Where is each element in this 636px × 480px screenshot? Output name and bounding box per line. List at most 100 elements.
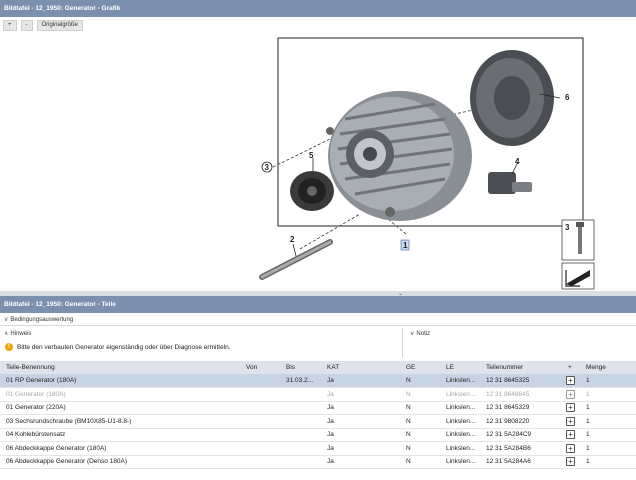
table-header-row: Teile-Benennung Von Bis KAT GE LE Teilen… — [0, 361, 636, 374]
col-header-quantity[interactable]: Menge — [580, 361, 636, 374]
callout-5[interactable]: 5 — [309, 151, 314, 160]
col-header-add: + — [562, 361, 580, 374]
valid-from-cell — [240, 374, 280, 388]
valid-to-cell: 31.03.2... — [280, 374, 321, 388]
original-size-button[interactable]: Originalgröße — [36, 20, 83, 31]
parts-table: Teile-Benennung Von Bis KAT GE LE Teilen… — [0, 361, 636, 469]
conditions-toggle[interactable]: ∨ Bedingungsauswertung — [4, 316, 73, 323]
part-number-cell: 12 31 5A284A6 — [480, 455, 562, 469]
part-name-cell: 04 Kohlebürstensatz — [0, 428, 240, 442]
add-cell: + — [562, 387, 580, 402]
kat-cell: Ja — [321, 441, 400, 456]
add-cell: + — [562, 374, 580, 388]
le-cell: Linkslen... — [440, 414, 480, 429]
valid-from-cell — [240, 387, 280, 402]
part-name-cell: 01 RP Generator (180A) — [0, 374, 240, 388]
part-name-cell: 06 Abdeckkappe Generator (180A) — [0, 441, 240, 456]
kat-cell: Ja — [321, 455, 400, 469]
table-row[interactable]: 01 Generator (180A) Ja N Linkslen... 12 31 8… — [0, 387, 636, 402]
valid-to-cell — [280, 455, 321, 469]
valid-to-cell — [280, 414, 321, 429]
le-cell: Linkslen... — [440, 374, 480, 388]
add-to-cart-icon[interactable]: + — [566, 416, 575, 426]
callout-1[interactable]: 1 — [403, 241, 408, 250]
hint-text: Bitte den verbauten Generator eigenständ… — [17, 343, 231, 351]
notes-toggle[interactable]: ∨ Notiz — [410, 330, 430, 337]
ge-cell: N — [400, 387, 440, 402]
quantity-cell: 1 — [580, 387, 636, 402]
table-row[interactable]: 06 Abdeckkappe Generator (180A) Ja N Linksl… — [0, 441, 636, 456]
col-header-kat[interactable]: KAT — [321, 361, 400, 374]
hints-label: Hinweis — [10, 331, 32, 337]
valid-to-cell — [280, 401, 321, 415]
part-name-cell: 01 Generator (220A) — [0, 401, 240, 415]
ge-cell: N — [400, 374, 440, 388]
quantity-cell: 1 — [580, 414, 636, 429]
valid-to-cell — [280, 441, 321, 456]
callout-2[interactable]: 2 — [290, 235, 295, 244]
ge-cell: N — [400, 455, 440, 469]
add-to-cart-icon[interactable]: + — [566, 403, 575, 413]
table-row[interactable]: 04 Kohlebürstensatz Ja N Linkslen... 12 31 5… — [0, 428, 636, 442]
graphic-toolbar: + - Originalgröße — [0, 20, 83, 32]
generator-illustration — [326, 91, 472, 221]
hints-toggle[interactable]: ∧ Hinweis — [4, 330, 31, 337]
ge-cell: N — [400, 428, 440, 442]
col-header-le[interactable]: LE — [440, 361, 480, 374]
parts-diagram: 3 5 4 6 2 1 3 — [0, 34, 636, 291]
kat-cell: Ja — [321, 374, 400, 388]
table-row[interactable]: 03 Sechsrundschraube (BM10X85-U1-8.8-) Ja… — [0, 414, 636, 429]
col-header-bis[interactable]: Bis — [280, 361, 321, 374]
col-header-name[interactable]: Teile-Benennung — [0, 361, 240, 374]
part-name-cell: 01 Generator (180A) — [0, 387, 240, 402]
callout-3[interactable]: 3 — [265, 163, 270, 172]
hint-message: ! Bitte den verbauten Generator eigenstä… — [5, 343, 231, 351]
col-header-ge[interactable]: GE — [400, 361, 440, 374]
valid-from-cell — [240, 441, 280, 456]
ge-cell: N — [400, 401, 440, 415]
add-to-cart-icon[interactable]: + — [566, 457, 575, 467]
quantity-cell: 1 — [580, 401, 636, 415]
le-cell: Linkslen... — [440, 387, 480, 402]
parts-panel-title: Bildtafel - 12_1950: Generator - Teile — [0, 296, 636, 313]
part-number-cell: 12 31 5A284C9 — [480, 428, 562, 442]
callout-6[interactable]: 6 — [565, 93, 570, 102]
table-row[interactable]: 01 RP Generator (180A) 31.03.2... Ja N Links… — [0, 374, 636, 388]
symbol-legend: 3 — [561, 219, 595, 290]
add-to-cart-icon[interactable]: + — [566, 430, 575, 440]
chevron-down-icon: ∨ — [410, 331, 415, 337]
pulley-illustration — [290, 171, 334, 211]
table-row[interactable]: 01 Generator (220A) Ja N Linkslen... 12 31 8… — [0, 401, 636, 415]
zoom-out-button[interactable]: - — [20, 20, 33, 31]
svg-text:3: 3 — [565, 223, 570, 232]
add-cell: + — [562, 441, 580, 456]
col-header-part-number[interactable]: Teilenummer — [480, 361, 562, 374]
cover-illustration — [470, 50, 554, 146]
divider — [0, 325, 636, 326]
zoom-in-button[interactable]: + — [3, 20, 17, 31]
warning-icon: ! — [5, 343, 13, 351]
add-to-cart-icon[interactable]: + — [566, 389, 575, 399]
valid-to-cell — [280, 428, 321, 442]
part-number-cell: 12 31 8645325 — [480, 374, 562, 388]
valid-from-cell — [240, 414, 280, 429]
callout-4[interactable]: 4 — [515, 157, 520, 166]
col-header-von[interactable]: Von — [240, 361, 280, 374]
le-cell: Linkslen... — [440, 455, 480, 469]
add-cell: + — [562, 428, 580, 442]
quantity-cell: 1 — [580, 455, 636, 469]
chevron-down-icon: ∨ — [4, 317, 9, 323]
part-name-cell: 03 Sechsrundschraube (BM10X85-U1-8.8-) — [0, 414, 240, 429]
ge-cell: N — [400, 414, 440, 429]
table-row[interactable]: 06 Abdeckkappe Generator (Denso 180A) Ja N… — [0, 455, 636, 469]
add-cell: + — [562, 455, 580, 469]
add-to-cart-icon[interactable]: + — [566, 376, 575, 385]
add-to-cart-icon[interactable]: + — [566, 443, 575, 453]
ge-cell: N — [400, 441, 440, 456]
valid-to-cell — [280, 387, 321, 402]
part-number-cell: 12 31 8648845 — [480, 387, 562, 402]
quantity-cell: 1 — [580, 441, 636, 456]
kat-cell: Ja — [321, 414, 400, 429]
le-cell: Linkslen... — [440, 401, 480, 415]
divider — [402, 328, 403, 358]
